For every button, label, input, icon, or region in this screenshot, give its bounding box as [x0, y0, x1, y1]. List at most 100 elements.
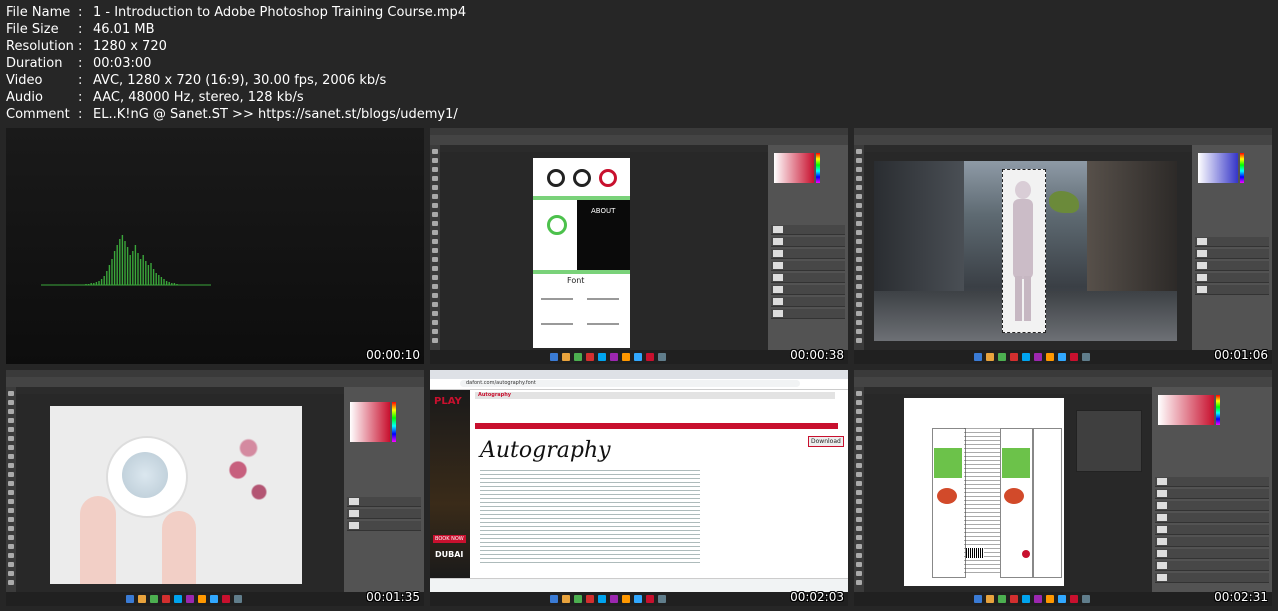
- tool-icon[interactable]: [856, 176, 862, 181]
- taskbar-app-icon[interactable]: [1022, 353, 1030, 361]
- tool-icon[interactable]: [8, 571, 14, 576]
- tool-icon[interactable]: [856, 248, 862, 253]
- tool-icon[interactable]: [856, 427, 862, 432]
- tool-icon[interactable]: [856, 293, 862, 298]
- tool-icon[interactable]: [856, 221, 862, 226]
- tool-icon[interactable]: [432, 149, 438, 154]
- taskbar-app-icon[interactable]: [1058, 353, 1066, 361]
- taskbar-app-icon[interactable]: [1034, 595, 1042, 603]
- taskbar-app-icon[interactable]: [174, 595, 182, 603]
- taskbar-app-icon[interactable]: [646, 353, 654, 361]
- tool-icon[interactable]: [8, 508, 14, 513]
- tool-icon[interactable]: [432, 311, 438, 316]
- tool-icon[interactable]: [8, 454, 14, 459]
- tool-icon[interactable]: [8, 544, 14, 549]
- tool-icon[interactable]: [8, 490, 14, 495]
- taskbar-app-icon[interactable]: [1046, 595, 1054, 603]
- tool-icon[interactable]: [856, 239, 862, 244]
- tool-icon[interactable]: [432, 293, 438, 298]
- tool-icon[interactable]: [432, 158, 438, 163]
- taskbar-app-icon[interactable]: [598, 353, 606, 361]
- tool-icon[interactable]: [432, 338, 438, 343]
- tool-icon[interactable]: [856, 553, 862, 558]
- taskbar-app-icon[interactable]: [1082, 595, 1090, 603]
- tool-icon[interactable]: [856, 499, 862, 504]
- tool-icon[interactable]: [432, 329, 438, 334]
- tool-icon[interactable]: [432, 248, 438, 253]
- tool-icon[interactable]: [856, 400, 862, 405]
- tool-icon[interactable]: [8, 436, 14, 441]
- taskbar-app-icon[interactable]: [986, 353, 994, 361]
- taskbar-app-icon[interactable]: [550, 353, 558, 361]
- tool-icon[interactable]: [856, 562, 862, 567]
- taskbar-app-icon[interactable]: [1010, 595, 1018, 603]
- taskbar-app-icon[interactable]: [1070, 595, 1078, 603]
- tool-icon[interactable]: [432, 275, 438, 280]
- tool-icon[interactable]: [856, 445, 862, 450]
- ad-book-now[interactable]: BOOK NOW: [433, 535, 466, 543]
- tool-icon[interactable]: [856, 320, 862, 325]
- taskbar-app-icon[interactable]: [234, 595, 242, 603]
- taskbar-app-icon[interactable]: [610, 595, 618, 603]
- tool-icon[interactable]: [856, 436, 862, 441]
- tool-icon[interactable]: [8, 517, 14, 522]
- tool-icon[interactable]: [856, 508, 862, 513]
- tool-icon[interactable]: [432, 176, 438, 181]
- tool-icon[interactable]: [856, 580, 862, 585]
- tool-icon[interactable]: [856, 203, 862, 208]
- taskbar-app-icon[interactable]: [126, 595, 134, 603]
- taskbar-app-icon[interactable]: [586, 353, 594, 361]
- tool-icon[interactable]: [8, 580, 14, 585]
- taskbar-app-icon[interactable]: [974, 595, 982, 603]
- tool-icon[interactable]: [432, 185, 438, 190]
- tool-icon[interactable]: [8, 472, 14, 477]
- tool-icon[interactable]: [432, 212, 438, 217]
- tool-icon[interactable]: [8, 409, 14, 414]
- tool-icon[interactable]: [856, 535, 862, 540]
- tool-icon[interactable]: [432, 203, 438, 208]
- taskbar-app-icon[interactable]: [1022, 595, 1030, 603]
- taskbar-app-icon[interactable]: [150, 595, 158, 603]
- taskbar-app-icon[interactable]: [998, 595, 1006, 603]
- tool-icon[interactable]: [8, 463, 14, 468]
- tool-icon[interactable]: [856, 409, 862, 414]
- tool-icon[interactable]: [8, 400, 14, 405]
- taskbar-app-icon[interactable]: [210, 595, 218, 603]
- tool-icon[interactable]: [856, 257, 862, 262]
- tool-icon[interactable]: [432, 230, 438, 235]
- taskbar-app-icon[interactable]: [562, 595, 570, 603]
- tool-icon[interactable]: [856, 490, 862, 495]
- tool-icon[interactable]: [856, 149, 862, 154]
- tool-icon[interactable]: [8, 562, 14, 567]
- tool-icon[interactable]: [8, 445, 14, 450]
- taskbar-app-icon[interactable]: [586, 595, 594, 603]
- tool-icon[interactable]: [432, 239, 438, 244]
- tool-icon[interactable]: [432, 266, 438, 271]
- tool-icon[interactable]: [856, 338, 862, 343]
- tool-icon[interactable]: [8, 391, 14, 396]
- taskbar-app-icon[interactable]: [138, 595, 146, 603]
- tool-icon[interactable]: [856, 284, 862, 289]
- tool-icon[interactable]: [856, 544, 862, 549]
- taskbar-app-icon[interactable]: [550, 595, 558, 603]
- tool-icon[interactable]: [8, 418, 14, 423]
- tool-icon[interactable]: [8, 526, 14, 531]
- tool-icon[interactable]: [8, 427, 14, 432]
- tool-icon[interactable]: [856, 481, 862, 486]
- taskbar-app-icon[interactable]: [162, 595, 170, 603]
- tool-icon[interactable]: [856, 275, 862, 280]
- tool-icon[interactable]: [432, 284, 438, 289]
- tool-icon[interactable]: [856, 454, 862, 459]
- tool-icon[interactable]: [856, 230, 862, 235]
- taskbar-app-icon[interactable]: [222, 595, 230, 603]
- tool-icon[interactable]: [432, 257, 438, 262]
- tool-icon[interactable]: [856, 266, 862, 271]
- taskbar-app-icon[interactable]: [986, 595, 994, 603]
- taskbar-app-icon[interactable]: [622, 353, 630, 361]
- tool-icon[interactable]: [432, 302, 438, 307]
- taskbar-app-icon[interactable]: [186, 595, 194, 603]
- tool-icon[interactable]: [856, 472, 862, 477]
- tool-icon[interactable]: [8, 481, 14, 486]
- taskbar-app-icon[interactable]: [634, 353, 642, 361]
- taskbar-app-icon[interactable]: [562, 353, 570, 361]
